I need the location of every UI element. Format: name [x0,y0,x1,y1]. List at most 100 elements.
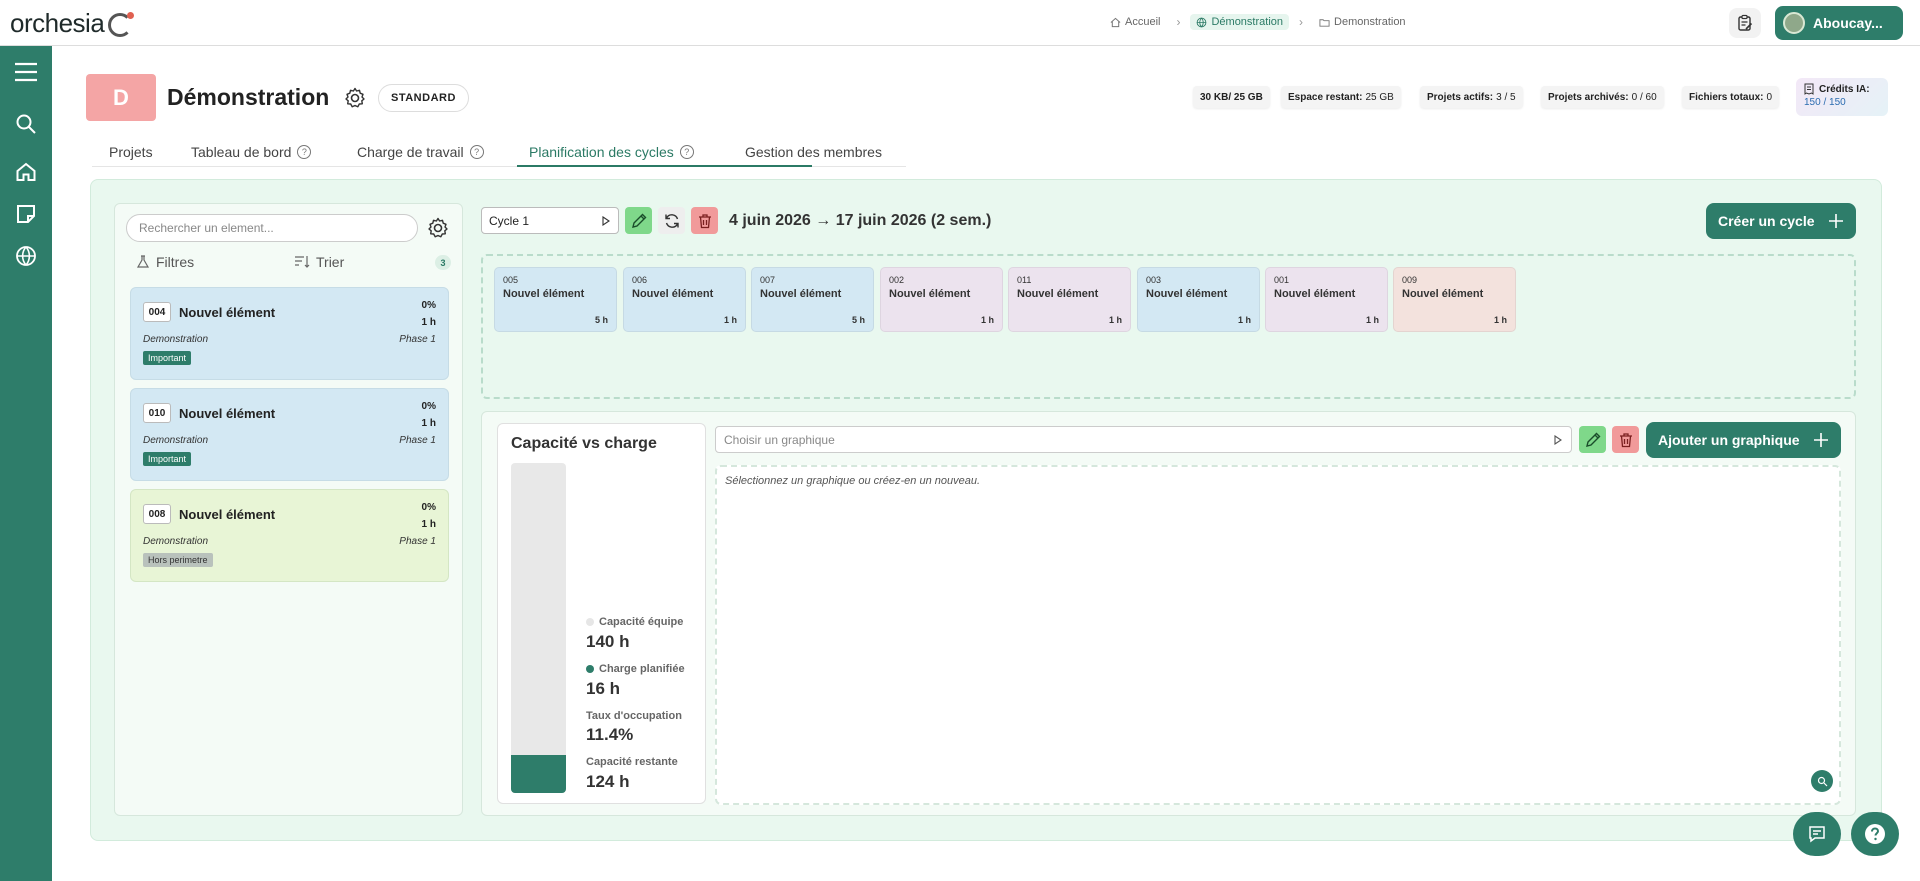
receipt-icon [1804,83,1814,95]
refresh-cycle-button[interactable] [658,207,685,234]
remaining-capacity-label: Capacité restante [586,756,678,768]
sidebar [0,46,52,881]
space-remaining-stat: Espace restant: 25 GB [1281,86,1401,108]
backlog-settings-button[interactable] [426,216,450,240]
backlog-card[interactable]: 004 Nouvel élément 0% 1 h Demonstration … [130,287,449,380]
create-cycle-button[interactable]: Créer un cycle [1706,203,1856,239]
item-phase: Phase 1 [399,536,436,547]
pencil-icon [631,213,646,228]
cycle-item-card[interactable]: 007 Nouvel élément 5 h [751,267,874,332]
backlog-card[interactable]: 008 Nouvel élément 0% 1 h Demonstration … [130,489,449,582]
item-project: Demonstration [143,334,209,345]
stat-label: Projets archivés: [1548,91,1629,103]
item-hours: 1 h [723,315,737,325]
delete-graph-button[interactable] [1612,426,1639,453]
item-code: 010 [143,403,171,423]
edit-graph-button[interactable] [1579,426,1606,453]
cycle-item-card[interactable]: 011 Nouvel élément 1 h [1008,267,1131,332]
breadcrumb-home[interactable]: Accueil [1104,14,1166,30]
home-icon [1110,17,1121,27]
stat-value: 0 / 60 [1631,91,1657,103]
clipboard-button[interactable] [1729,8,1761,38]
zoom-icon [1817,776,1827,786]
graph-select[interactable]: Choisir un graphique [715,426,1572,453]
help-icon[interactable]: ? [679,145,694,159]
plan-badge: STANDARD [378,84,469,112]
zoom-button[interactable] [1811,770,1833,792]
add-graph-label: Ajouter un graphique [1658,432,1800,448]
chat-button[interactable] [1793,812,1841,856]
item-title: Nouvel élément [632,288,714,300]
cycle-item-card[interactable]: 003 Nouvel élément 1 h [1137,267,1260,332]
play-icon [602,215,610,226]
stat-label: Espace restant: [1288,91,1363,103]
tab-gestion-des-membres[interactable]: Gestion des membres [745,144,882,160]
clipboard-icon [1738,14,1753,31]
menu-icon[interactable] [12,58,40,86]
total-files-stat: Fichiers totaux: 0 [1682,86,1780,108]
edit-cycle-button[interactable] [625,207,652,234]
item-hours: 1 h [1365,315,1379,325]
tab-label: Charge de travail [357,144,464,160]
cycle-item-card[interactable]: 006 Nouvel élément 1 h [623,267,746,332]
filters-button[interactable]: Filtres [136,254,194,270]
help-icon[interactable]: ? [297,145,312,159]
search-input[interactable]: Rechercher un element... [126,214,418,242]
backlog-card[interactable]: 010 Nouvel élément 0% 1 h Demonstration … [130,388,449,481]
item-count-badge: 3 [435,255,451,270]
home-icon[interactable] [12,158,40,186]
user-menu-button[interactable]: Aboucay... [1775,6,1903,40]
item-title: Nouvel élément [760,288,842,300]
item-progress: 0% [421,401,436,412]
ai-credits[interactable]: Crédits IA: 150 / 150 [1796,78,1888,116]
add-graph-button[interactable]: Ajouter un graphique [1646,422,1841,458]
breadcrumb-workspace[interactable]: Démonstration [1190,14,1290,30]
item-title: Nouvel élément [179,305,276,320]
cycle-item-card[interactable]: 009 Nouvel élément 1 h [1393,267,1516,332]
tab-projets[interactable]: Projets [109,144,153,160]
item-progress: 0% [421,300,436,311]
item-phase: Phase 1 [399,435,436,446]
note-icon[interactable] [12,200,40,228]
project-settings-button[interactable] [343,86,367,110]
sort-icon [295,256,310,268]
breadcrumb-project[interactable]: Demonstration [1313,14,1412,30]
delete-cycle-button[interactable] [691,207,718,234]
search-icon[interactable] [12,110,40,138]
tab-planification-des-cycles[interactable]: Planification des cycles? [529,144,694,160]
breadcrumb-workspace-label: Démonstration [1211,16,1284,28]
play-icon [1554,434,1562,445]
item-project: Demonstration [143,435,209,446]
pencil-icon [1585,432,1600,447]
sort-button[interactable]: Trier [294,254,344,270]
tab-charge-de-travail[interactable]: Charge de travail? [357,144,484,160]
globe-icon [1197,17,1207,27]
help-icon[interactable]: ? [469,145,484,159]
cycle-select[interactable]: Cycle 1 [481,207,619,234]
metric-label-text: Capacité équipe [599,616,684,628]
tab-label: Gestion des membres [745,144,882,160]
legend-dot [586,618,594,626]
gear-icon [428,217,448,238]
top-bar: orchesia Accueil › Démonstration › Demon… [0,0,1920,46]
storage-stat: 30 KB/ 25 GB [1193,86,1270,108]
tab-label: Tableau de bord [191,144,292,160]
item-title: Nouvel élément [1146,288,1228,300]
item-code: 001 [1274,275,1290,285]
cycle-item-card[interactable]: 005 Nouvel élément 5 h [494,267,617,332]
help-button[interactable] [1851,812,1899,856]
item-hours: 5 h [851,315,865,325]
item-title: Nouvel élément [503,288,585,300]
flask-icon [136,255,150,268]
cycle-item-card[interactable]: 001 Nouvel élément 1 h [1265,267,1388,332]
breadcrumb-home-label: Accueil [1125,16,1161,28]
item-hours: 1 h [1493,315,1507,325]
item-hours: 1 h [421,519,436,530]
app-logo[interactable]: orchesia [10,8,135,39]
tab-tableau-de-bord[interactable]: Tableau de bord? [191,144,312,160]
team-capacity-label: Capacité équipe [586,616,683,628]
globe-icon[interactable] [12,242,40,270]
cycle-item-card[interactable]: 002 Nouvel élément 1 h [880,267,1003,332]
metric-label-text: Charge planifiée [599,663,685,675]
stat-label: Fichiers totaux: [1689,91,1764,103]
